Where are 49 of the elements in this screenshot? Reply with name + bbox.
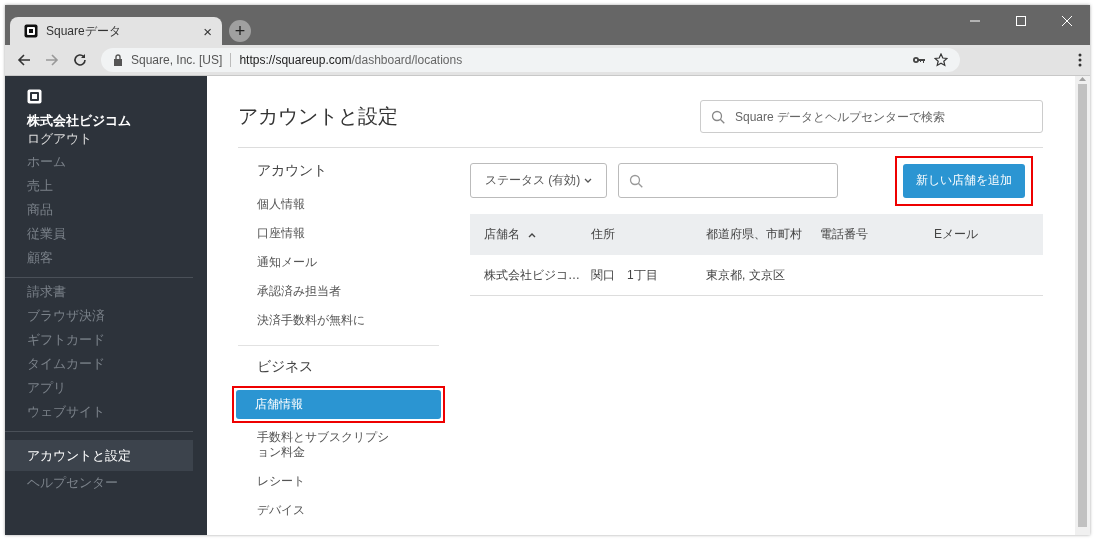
close-icon [1061,15,1073,27]
new-tab-button[interactable]: + [229,20,251,42]
column-header[interactable]: 住所 [591,226,615,243]
settings-nav-item[interactable]: デバイス [238,496,416,525]
reload-icon [73,53,87,67]
settings-nav-item[interactable]: 承認済み担当者 [238,277,416,306]
settings-nav-item[interactable]: 口座情報 [238,219,416,248]
column-header[interactable]: Eメール [934,226,978,243]
scrollbar-thumb[interactable] [1078,84,1087,527]
sort-up-icon [528,231,536,238]
browser-tab[interactable]: Squareデータ × [10,17,222,45]
menu-icon [1078,53,1082,67]
settings-nav-item[interactable]: 手数料とサブスクリプション料金 [238,423,416,467]
maximize-icon [1015,15,1027,27]
column-header[interactable]: 都道府県、市町村 [706,226,802,243]
search-icon [711,109,725,124]
square-logo-icon [27,89,42,104]
settings-nav-item[interactable]: 個人情報 [238,190,416,219]
status-dropdown[interactable]: ステータス (有効) [470,163,608,198]
table-cell-text: 株式会社ビジコ… [484,266,581,284]
sidebar-item[interactable]: アカウントと設定 [5,440,193,471]
page-url: https://squareup.com/dashboard/locations [239,53,464,67]
key-icon [912,55,926,65]
settings-nav-item[interactable]: 通知メール [238,248,416,277]
location-search-field[interactable] [618,163,839,198]
search-field[interactable]: Square データとヘルプセンターで検索 [700,100,1043,133]
close-tab-button[interactable]: × [203,22,212,40]
settings-nav-item[interactable]: レシート [238,467,416,496]
settings-nav-item[interactable]: 決済手数料が無料に [238,306,416,335]
column-header[interactable]: 電話番号 [820,226,868,243]
logout-link[interactable]: ログアウト [27,130,207,148]
forward-arrow-icon [45,53,59,67]
tab-title: Squareデータ [46,22,122,40]
star-icon [934,53,948,67]
back-arrow-icon [17,53,31,67]
company-name: 株式会社ビジコム [27,112,132,130]
lock-icon [113,54,123,66]
search-icon [629,173,644,188]
section-heading: ビジネス [256,358,314,376]
section-heading: アカウント [256,162,328,180]
site-identity: Square, Inc. [US] [131,53,223,67]
page-title: アカウントと設定 [238,104,398,129]
table-cell-text: 関口 1丁目 [591,266,659,284]
address-bar[interactable]: Square, Inc. [US] https://squareup.com/dashboard/locations [101,48,960,72]
chevron-down-icon [584,177,593,184]
square-logo-icon [24,24,38,38]
search-input[interactable]: Square データとヘルプセンターで検索 [733,108,1032,125]
column-header[interactable]: 店舗名 [484,226,520,243]
table-cell-text: 東京都, 文京区 [706,266,786,284]
